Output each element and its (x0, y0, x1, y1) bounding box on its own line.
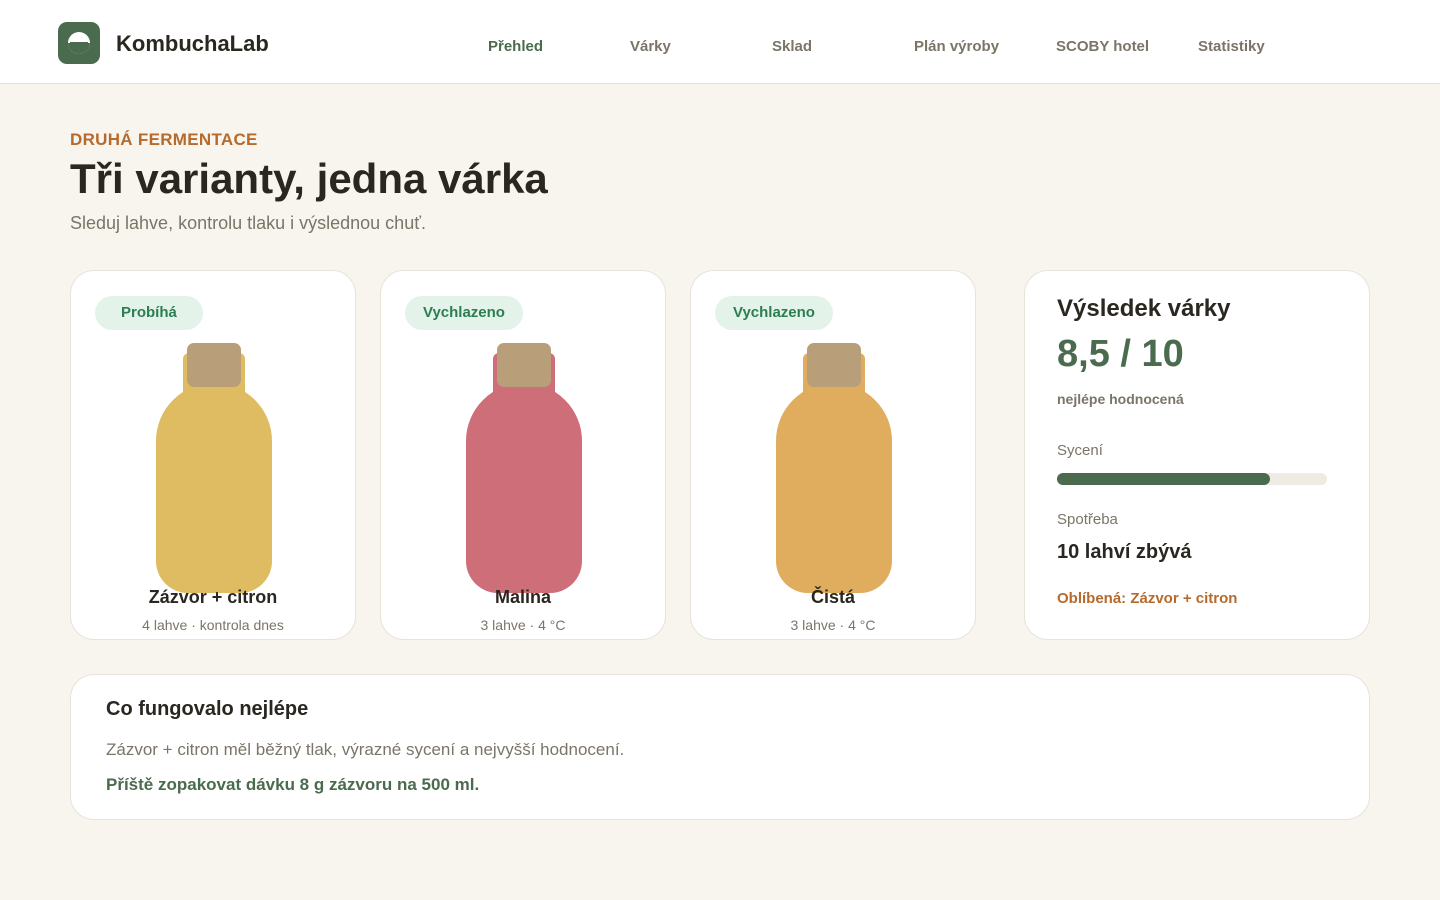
bottle-illustration (776, 383, 892, 593)
page-subtitle: Sleduj lahve, kontrolu tlaku i výslednou… (70, 213, 426, 233)
result-score: 8,5 / 10 (1057, 333, 1184, 375)
bottle-variant-name: Malina (494, 587, 551, 607)
bottle-cap (187, 343, 241, 387)
nav-item-plan-vyroby[interactable]: Plán výroby (914, 38, 999, 55)
bottle-illustration (156, 383, 272, 593)
kombuchalab-logo-icon[interactable] (58, 22, 100, 64)
favorite-variant-link[interactable]: Oblíbená: Zázvor + citron (1057, 590, 1237, 607)
bottle-card-cista[interactable]: Vychlazeno Čistá 3 lahve · 4 °C (690, 270, 976, 640)
top-navigation-bar: KombuchaLab Přehled Várky Sklad Plán výr… (0, 0, 1440, 84)
nav-item-prehled[interactable]: Přehled (488, 38, 543, 55)
bottle-meta: 3 lahve · 4 °C (480, 617, 566, 633)
bottle-illustration (466, 383, 582, 593)
bottle-meta: 3 lahve · 4 °C (790, 617, 876, 633)
insight-panel: Co fungovalo nejlépe Zázvor + citron měl… (70, 674, 1370, 820)
app-name[interactable]: KombuchaLab (116, 31, 269, 57)
bottle-card-malina[interactable]: Vychlazeno Malina 3 lahve · 4 °C (380, 270, 666, 640)
insight-text: Zázvor + citron měl běžný tlak, výrazné … (106, 740, 625, 759)
result-title: Výsledek várky (1057, 295, 1231, 322)
carbonation-progress-bar (1057, 473, 1327, 485)
status-badge: Vychlazeno (715, 296, 833, 330)
nav-item-statistiky[interactable]: Statistiky (1198, 38, 1265, 55)
carbonation-progress-fill (1057, 473, 1271, 485)
nav-item-sklad[interactable]: Sklad (772, 38, 812, 55)
logo-mark (68, 32, 90, 54)
page-title: Tři varianty, jedna várka (70, 155, 548, 202)
nav-item-scoby-hotel[interactable]: SCOBY hotel (1056, 38, 1149, 55)
insight-action: Příště zopakovat dávku 8 g zázvoru na 50… (106, 775, 480, 794)
bottle-cap (497, 343, 551, 387)
bottle-variant-name: Zázvor + citron (148, 587, 278, 607)
bottle-card-zazvor-citron[interactable]: Probíhá Zázvor + citron 4 lahve · kontro… (70, 270, 356, 640)
bottle-variant-name: Čistá (810, 587, 855, 607)
status-badge: Vychlazeno (405, 296, 523, 330)
bottles-remaining: 10 lahví zbývá (1057, 541, 1192, 563)
insight-title: Co fungovalo nejlépe (106, 698, 309, 720)
bottle-cap (807, 343, 861, 387)
section-eyebrow: DRUHÁ FERMENTACE (70, 130, 258, 149)
result-caption: nejlépe hodnocená (1057, 391, 1184, 407)
bottle-meta: 4 lahve · kontrola dnes (142, 617, 284, 633)
nav-item-varky[interactable]: Várky (630, 38, 671, 55)
carbonation-label: Sycení (1057, 442, 1103, 459)
batch-result-card: Výsledek várky 8,5 / 10 nejlépe hodnocen… (1024, 270, 1370, 640)
status-badge: Probíhá (95, 296, 203, 330)
consumption-label: Spotřeba (1057, 511, 1118, 528)
